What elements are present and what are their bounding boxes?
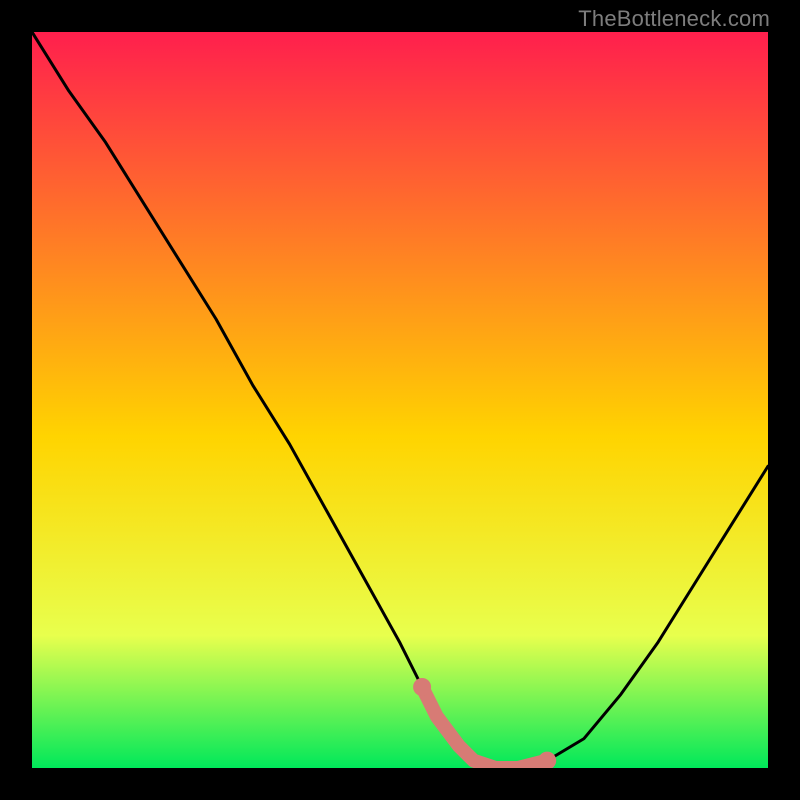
highlight-marker [413,678,431,696]
gradient-background [32,32,768,768]
watermark-text: TheBottleneck.com [578,6,770,32]
chart-frame: TheBottleneck.com [0,0,800,800]
plot-area [32,32,768,768]
bottleneck-chart-svg [32,32,768,768]
